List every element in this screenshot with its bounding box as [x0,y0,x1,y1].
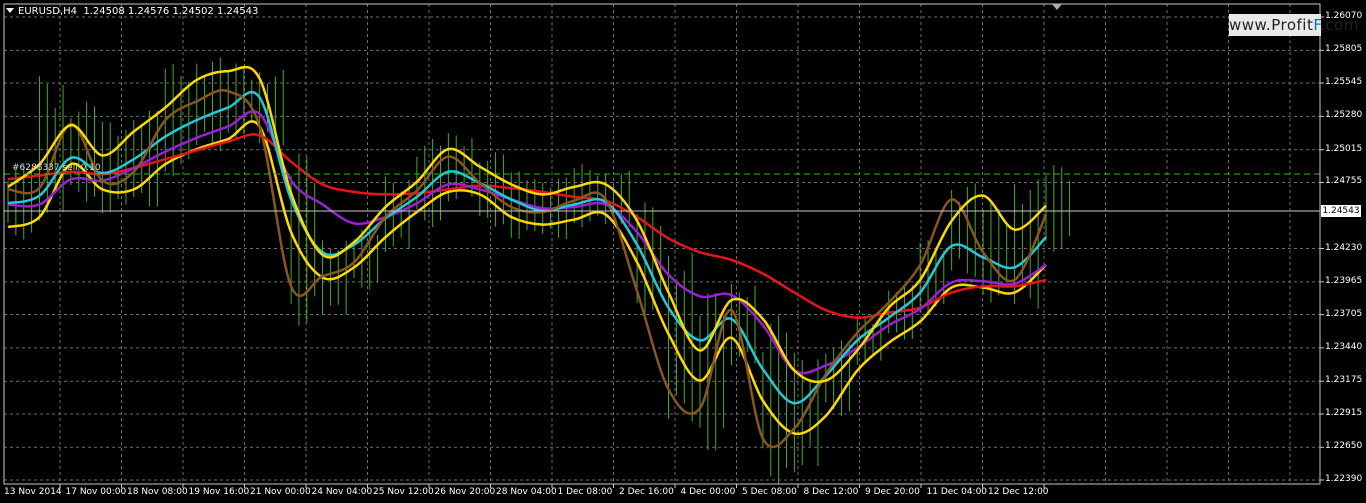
x-tick-label: 21 Nov 00:00 [250,487,311,497]
chart-window[interactable]: EURUSD,H4 1.24508 1.24576 1.24502 1.2454… [0,0,1366,503]
price-chart[interactable] [0,0,1366,503]
indicator-line-3 [7,110,1047,375]
indicator-lines [7,65,1048,449]
x-tick-label: 24 Nov 04:00 [311,487,373,497]
indicator-line-2 [7,90,1047,405]
y-tick-label: 1.25280 [1325,110,1363,121]
x-tick-label: 1 Dec 08:00 [557,487,613,497]
indicator-line-1 [7,89,1048,449]
order-label[interactable]: #6288337 sell 0.10 [12,163,101,173]
x-tick-label: 18 Nov 08:00 [127,487,188,497]
watermark-logo: www.ProfitF.com [1229,14,1359,36]
x-tick-label: 26 Nov 20:00 [434,487,496,497]
x-tick-label: 12 Dec 12:00 [988,487,1049,497]
x-tick-label: 17 Nov 00:00 [65,487,127,497]
x-tick-label: 28 Nov 04:00 [496,487,557,497]
indicator-line-5 [7,120,1047,436]
grid [4,4,1320,484]
price-bars [7,57,1071,485]
x-tick-label: 13 Nov 2014 [4,487,62,497]
current-price-box: 1.24543 [1321,205,1361,217]
y-tick-label: 1.24755 [1325,176,1363,187]
y-tick-label: 1.23965 [1325,275,1363,286]
y-tick-label: 1.23175 [1325,375,1363,386]
x-tick-label: 2 Dec 16:00 [619,487,674,497]
collapse-arrow-icon[interactable] [6,8,14,13]
x-tick-label: 8 Dec 12:00 [803,487,859,497]
symbol-label: EURUSD,H4 [18,6,78,17]
y-tick-label: 1.25015 [1325,143,1363,154]
y-tick-label: 1.22650 [1325,441,1363,452]
y-tick-label: 1.24230 [1325,242,1363,253]
y-tick-label: 1.22915 [1325,407,1363,418]
x-tick-label: 5 Dec 08:00 [742,487,797,497]
y-tick-label: 1.23440 [1325,341,1363,352]
x-tick-label: 11 Dec 04:00 [926,487,988,497]
x-tick-label: 25 Nov 12:00 [373,487,434,497]
y-tick-label: 1.26070 [1325,11,1363,21]
x-tick-label: 9 Dec 20:00 [865,487,920,497]
y-tick-label: 1.25545 [1325,77,1363,88]
ohlc-values: 1.24508 1.24576 1.24502 1.24543 [83,6,259,17]
y-tick-label: 1.25805 [1325,44,1363,55]
chart-header: EURUSD,H4 1.24508 1.24576 1.24502 1.2454… [6,6,258,17]
y-tick-label: 1.22390 [1325,474,1363,484]
x-tick-label: 19 Nov 16:00 [188,487,250,497]
shift-marker-icon[interactable] [1052,4,1062,10]
x-tick-label: 4 Dec 00:00 [680,487,736,497]
y-tick-label: 1.23705 [1325,308,1363,319]
plot-border [3,3,1321,485]
